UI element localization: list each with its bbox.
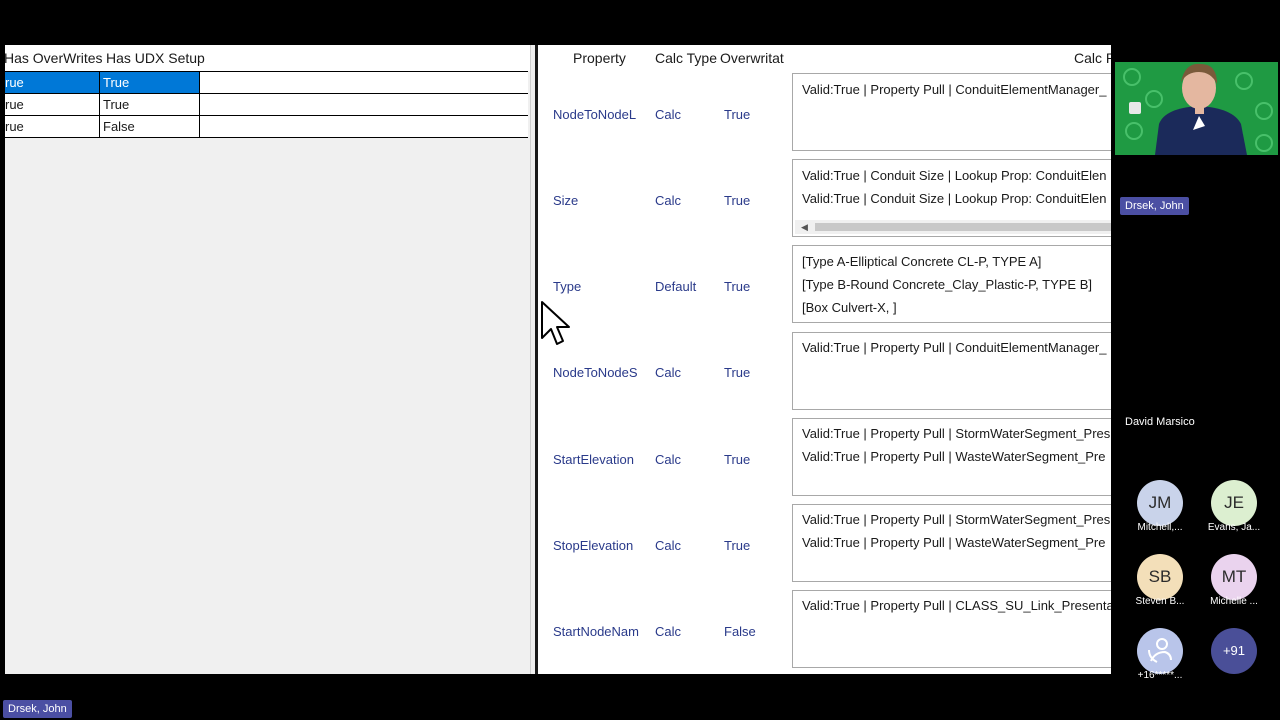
calc-textbox[interactable]: Valid:True | Property Pull | StormWaterS… <box>792 418 1111 496</box>
calc-type: Calc <box>655 365 682 380</box>
header-calc[interactable]: Calc P <box>1074 45 1111 71</box>
cell-has-overwrites[interactable]: rue <box>5 94 99 115</box>
calc-line: Valid:True | Property Pull | ConduitElem… <box>802 82 1107 97</box>
property-name: StopElevation <box>553 538 634 553</box>
participant-avatar[interactable]: JM <box>1137 480 1183 526</box>
left-grid: Has OverWrites Has UDX Setup rue True ru… <box>5 45 533 674</box>
header-overwritable[interactable]: Overwritat <box>720 45 788 71</box>
presenter-video[interactable] <box>1115 62 1278 155</box>
more-participants-button[interactable]: +91 <box>1211 628 1257 674</box>
calc-line: [Box Culvert-X, ] <box>802 300 897 315</box>
participant-name: +16*****... <box>1137 670 1183 681</box>
cell-has-udx-setup[interactable]: True <box>99 72 200 93</box>
calc-type: Default <box>655 279 697 294</box>
scroll-left-arrow-icon[interactable]: ◀ <box>801 221 808 233</box>
cell-has-overwrites[interactable]: rue <box>5 72 99 93</box>
overwritable-value: True <box>724 193 751 208</box>
left-grid-header: Has OverWrites Has UDX Setup <box>5 45 533 71</box>
header-has-overwrites[interactable]: Has OverWrites <box>5 45 103 71</box>
calc-textbox[interactable]: Valid:True | Property Pull | StormWaterS… <box>792 504 1111 582</box>
presenter-name-tag: Drsek, John <box>3 700 72 718</box>
person-silhouette-icon <box>1129 63 1247 155</box>
property-name: StartElevation <box>553 452 634 467</box>
property-name: NodeToNodeL <box>553 107 637 122</box>
overwritable-value: True <box>724 107 751 122</box>
calc-line: [Type A-Elliptical Concrete CL-P, TYPE A… <box>802 254 1042 269</box>
participant-avatar[interactable]: SB <box>1137 554 1183 600</box>
property-row[interactable]: NodeToNodeS Calc True Valid:True | Prope… <box>538 332 1111 418</box>
property-row[interactable]: NodeToNodeL Calc True Valid:True | Prope… <box>538 73 1111 159</box>
participant-name: Mitchell,... <box>1137 522 1183 533</box>
property-name: StartNodeNam <box>553 624 639 639</box>
calc-textbox[interactable]: Valid:True | Property Pull | ConduitElem… <box>792 73 1111 151</box>
participant-name: Evans, Ja... <box>1207 522 1261 533</box>
calc-type: Calc <box>655 624 682 639</box>
calc-type: Calc <box>655 452 682 467</box>
scrollbar-thumb[interactable] <box>815 223 1111 231</box>
cell-has-udx-setup[interactable]: True <box>99 94 200 115</box>
phone-user-icon <box>1148 638 1172 663</box>
property-row[interactable]: Type Default True [Type A-Elliptical Con… <box>538 245 1111 331</box>
calc-line: Valid:True | Conduit Size | Lookup Prop:… <box>802 191 1107 206</box>
calc-type: Calc <box>655 538 682 553</box>
calc-line: Valid:True | Property Pull | CLASS_SU_Li… <box>802 598 1111 613</box>
mouse-cursor-icon <box>541 301 570 345</box>
property-row[interactable]: Size Calc True Valid:True | Conduit Size… <box>538 159 1111 245</box>
property-row[interactable]: StopElevation Calc True Valid:True | Pro… <box>538 504 1111 590</box>
calc-textbox[interactable]: Valid:True | Conduit Size | Lookup Prop:… <box>792 159 1111 237</box>
property-name: Type <box>553 279 582 294</box>
calc-type: Calc <box>655 107 682 122</box>
calc-line: [Type B-Round Concrete_Clay_Plastic-P, T… <box>802 277 1092 292</box>
header-property[interactable]: Property <box>573 45 626 71</box>
calc-type: Calc <box>655 193 682 208</box>
calc-line: Valid:True | Property Pull | WasteWaterS… <box>802 449 1106 464</box>
property-row[interactable]: StartElevation Calc True Valid:True | Pr… <box>538 418 1111 504</box>
overwritable-value: True <box>724 538 751 553</box>
participant-name: Steven B... <box>1135 596 1185 607</box>
table-row[interactable]: rue False <box>5 115 528 138</box>
participant-avatar[interactable]: MT <box>1211 554 1257 600</box>
property-grid: Property Calc Type Overwritat Calc P Nod… <box>538 45 1111 674</box>
overwritable-value: True <box>724 279 751 294</box>
cell-has-overwrites[interactable]: rue <box>5 116 99 137</box>
overwritable-value: True <box>724 365 751 380</box>
shared-screen: Has OverWrites Has UDX Setup rue True ru… <box>5 45 1111 674</box>
table-row[interactable]: rue True <box>5 93 528 115</box>
property-row[interactable]: StartNodeNam Calc False Valid:True | Pro… <box>538 590 1111 674</box>
header-calc-type[interactable]: Calc Type <box>655 45 717 71</box>
participant-name: Michelle ... <box>1210 596 1258 607</box>
participant-avatar[interactable] <box>1137 628 1183 674</box>
calc-line: Valid:True | Property Pull | WasteWaterS… <box>802 535 1106 550</box>
participant-avatar[interactable]: JE <box>1211 480 1257 526</box>
calc-textbox[interactable]: Valid:True | Property Pull | ConduitElem… <box>792 332 1111 410</box>
table-row[interactable]: rue True <box>5 71 528 93</box>
property-name: NodeToNodeS <box>553 365 638 380</box>
calc-line: Valid:True | Property Pull | StormWaterS… <box>802 512 1111 527</box>
horizontal-scrollbar[interactable]: ◀ <box>795 220 1111 234</box>
calc-textbox[interactable]: Valid:True | Property Pull | CLASS_SU_Li… <box>792 590 1111 668</box>
calc-line: Valid:True | Conduit Size | Lookup Prop:… <box>802 168 1107 183</box>
property-name: Size <box>553 193 579 208</box>
video-name-tag: Drsek, John <box>1120 197 1189 215</box>
cell-has-udx-setup[interactable]: False <box>99 116 200 137</box>
header-has-udx-setup[interactable]: Has UDX Setup <box>106 45 205 71</box>
overwritable-value: False <box>724 624 756 639</box>
calc-line: Valid:True | Property Pull | ConduitElem… <box>802 340 1107 355</box>
participant-name-david: David Marsico <box>1125 416 1195 428</box>
calc-line: Valid:True | Property Pull | StormWaterS… <box>802 426 1111 441</box>
overwritable-value: True <box>724 452 751 467</box>
calc-textbox[interactable]: [Type A-Elliptical Concrete CL-P, TYPE A… <box>792 245 1111 323</box>
